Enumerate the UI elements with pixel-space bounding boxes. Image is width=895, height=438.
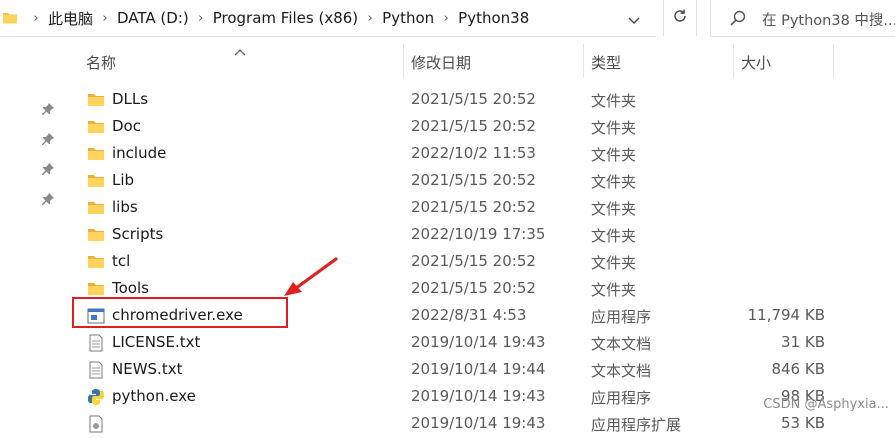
file-name[interactable]: LICENSE.txt <box>112 333 200 351</box>
breadcrumb-data-drive[interactable]: DATA (D:) <box>117 9 189 27</box>
folder-icon <box>86 225 106 245</box>
file-name[interactable]: DLLs <box>112 90 148 108</box>
refresh-button[interactable] <box>663 0 697 36</box>
file-size: 53 KB <box>781 414 825 432</box>
breadcrumb-program-files[interactable]: Program Files (x86) <box>213 9 358 27</box>
file-row[interactable]: Scripts 2022/10/19 17:35 文件夹 <box>0 221 895 248</box>
file-row[interactable]: LICENSE.txt 2019/10/14 19:43 文本文档 31 KB <box>0 329 895 356</box>
file-row[interactable]: Doc 2021/5/15 20:52 文件夹 <box>0 113 895 140</box>
search-icon <box>729 9 747 31</box>
file-size: 11,794 KB <box>747 306 825 324</box>
breadcrumb-python[interactable]: Python <box>382 9 434 27</box>
file-type: 文件夹 <box>591 92 637 110</box>
file-type: 文件夹 <box>591 200 637 218</box>
file-modified-date: 2021/5/15 20:52 <box>411 279 536 297</box>
breadcrumb-python38[interactable]: Python38 <box>458 9 529 27</box>
file-row[interactable]: 2019/10/14 19:43 应用程序扩展 53 KB <box>0 410 895 437</box>
file-modified-date: 2022/10/19 17:35 <box>411 225 546 243</box>
file-name[interactable]: python.exe <box>112 387 196 405</box>
annotation-arrow-icon <box>280 255 342 303</box>
file-type: 文件夹 <box>591 146 637 164</box>
file-type: 文件夹 <box>591 227 637 245</box>
text-file-icon <box>86 360 106 380</box>
file-name[interactable]: Scripts <box>112 225 163 243</box>
folder-icon <box>86 144 106 164</box>
breadcrumb: › 此电脑 › DATA (D:) › Program Files (x86) … <box>24 0 529 36</box>
file-modified-date: 2021/5/15 20:52 <box>411 117 536 135</box>
text-file-icon <box>86 333 106 353</box>
chevron-down-icon[interactable] <box>628 12 640 30</box>
column-divider[interactable] <box>733 44 734 78</box>
file-name[interactable]: Doc <box>112 117 141 135</box>
search-input[interactable]: 在 Python38 中搜... <box>762 9 895 30</box>
top-bar: › 此电脑 › DATA (D:) › Program Files (x86) … <box>0 0 895 38</box>
file-type: 应用程序扩展 <box>591 416 682 434</box>
folder-icon <box>86 171 106 191</box>
dll-icon <box>86 414 106 434</box>
chevron-right-icon[interactable]: › <box>93 11 117 26</box>
file-modified-date: 2019/10/14 19:43 <box>411 333 546 351</box>
file-modified-date: 2021/5/15 20:52 <box>411 252 536 270</box>
file-name[interactable]: include <box>112 144 166 162</box>
file-row[interactable]: NEWS.txt 2019/10/14 19:44 文本文档 846 KB <box>0 356 895 383</box>
sort-ascending-icon <box>234 42 246 60</box>
file-type: 文件夹 <box>591 119 637 137</box>
file-modified-date: 2022/10/2 11:53 <box>411 144 536 162</box>
column-header-name[interactable]: 名称 <box>86 52 116 73</box>
column-header-size[interactable]: 大小 <box>741 52 771 73</box>
file-row[interactable]: Lib 2021/5/15 20:52 文件夹 <box>0 167 895 194</box>
file-size: 846 KB <box>771 360 825 378</box>
column-header-date[interactable]: 修改日期 <box>411 52 471 73</box>
file-modified-date: 2021/5/15 20:52 <box>411 171 536 189</box>
file-type: 文本文档 <box>591 362 652 380</box>
file-modified-date: 2019/10/14 19:43 <box>411 414 546 432</box>
watermark: CSDN @Asphyxia... <box>763 397 889 412</box>
file-row[interactable]: libs 2021/5/15 20:52 文件夹 <box>0 194 895 221</box>
column-headers: 名称 修改日期 类型 大小 <box>0 38 895 80</box>
file-size: 31 KB <box>781 333 825 351</box>
file-name[interactable]: NEWS.txt <box>112 360 182 378</box>
chevron-right-icon[interactable]: › <box>24 11 48 26</box>
file-type: 文本文档 <box>591 335 652 353</box>
file-type: 应用程序 <box>591 389 652 407</box>
file-row[interactable]: DLLs 2021/5/15 20:52 文件夹 <box>0 86 895 113</box>
chevron-right-icon[interactable]: › <box>358 11 382 26</box>
file-name[interactable]: Lib <box>112 171 134 189</box>
column-divider[interactable] <box>833 44 834 78</box>
address-bar[interactable]: › 此电脑 › DATA (D:) › Program Files (x86) … <box>0 0 656 37</box>
folder-icon <box>86 198 106 218</box>
column-header-type[interactable]: 类型 <box>591 52 621 73</box>
file-type: 文件夹 <box>591 281 637 299</box>
chevron-right-icon[interactable]: › <box>189 11 213 26</box>
breadcrumb-this-pc[interactable]: 此电脑 <box>48 8 93 29</box>
file-modified-date: 2021/5/15 20:52 <box>411 198 536 216</box>
column-divider[interactable] <box>403 44 404 78</box>
folder-icon <box>86 117 106 137</box>
column-divider[interactable] <box>583 44 584 78</box>
search-box[interactable]: 在 Python38 中搜... <box>710 0 895 37</box>
file-modified-date: 2019/10/14 19:44 <box>411 360 546 378</box>
python-icon <box>86 387 106 407</box>
file-name[interactable]: libs <box>112 198 138 216</box>
folder-icon <box>2 10 18 30</box>
file-modified-date: 2021/5/15 20:52 <box>411 90 536 108</box>
folder-icon <box>86 90 106 110</box>
file-row[interactable]: include 2022/10/2 11:53 文件夹 <box>0 140 895 167</box>
file-type: 文件夹 <box>591 173 637 191</box>
folder-icon <box>86 279 106 299</box>
annotation-highlight-box <box>72 297 288 328</box>
file-row[interactable]: tcl 2021/5/15 20:52 文件夹 <box>0 248 895 275</box>
chevron-right-icon[interactable]: › <box>434 11 458 26</box>
file-name[interactable]: tcl <box>112 252 130 270</box>
refresh-icon <box>672 8 688 28</box>
file-type: 文件夹 <box>591 254 637 272</box>
file-modified-date: 2022/8/31 4:53 <box>411 306 527 324</box>
file-row[interactable]: python.exe 2019/10/14 19:43 应用程序 98 KB <box>0 383 895 410</box>
file-modified-date: 2019/10/14 19:43 <box>411 387 546 405</box>
folder-icon <box>86 252 106 272</box>
file-name[interactable]: Tools <box>112 279 149 297</box>
file-type: 应用程序 <box>591 308 652 326</box>
